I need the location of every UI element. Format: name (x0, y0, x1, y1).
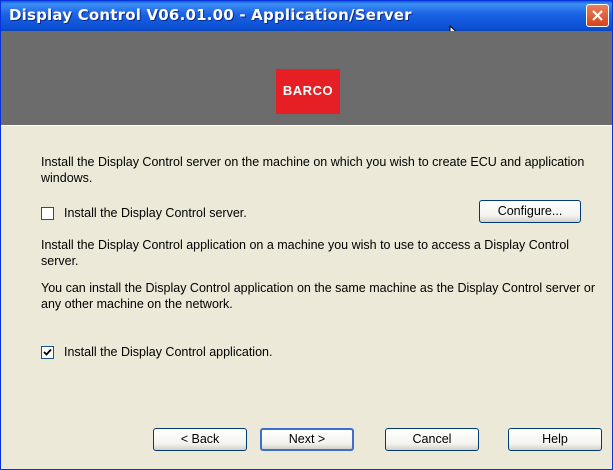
logo-text: BARCO (282, 83, 334, 98)
barco-logo: BARCO (276, 69, 340, 114)
back-button[interactable]: < Back (153, 428, 247, 451)
checkmark-icon (43, 348, 52, 356)
dialog-body: Install the Display Control server on th… (1, 126, 612, 469)
header-banner: BARCO (1, 31, 612, 126)
server-checkbox[interactable] (41, 207, 54, 220)
application-checkbox[interactable] (41, 346, 54, 359)
application-description: Install the Display Control application … (41, 238, 570, 268)
title-bar[interactable]: Display Control V06.01.00 - Application/… (1, 1, 612, 31)
close-button[interactable] (586, 4, 609, 27)
help-button[interactable]: Help (508, 428, 602, 451)
application-checkbox-label[interactable]: Install the Display Control application. (64, 344, 272, 360)
application-network-note: You can install the Display Control appl… (41, 281, 595, 311)
cancel-button[interactable]: Cancel (385, 428, 479, 451)
server-description: Install the Display Control server on th… (41, 155, 585, 185)
configure-button[interactable]: Configure... (479, 200, 581, 223)
installer-window: Display Control V06.01.00 - Application/… (0, 0, 613, 470)
close-icon (592, 10, 603, 21)
window-title: Display Control V06.01.00 - Application/… (9, 6, 412, 24)
server-checkbox-label[interactable]: Install the Display Control server. (64, 205, 247, 221)
next-button[interactable]: Next > (260, 428, 354, 451)
